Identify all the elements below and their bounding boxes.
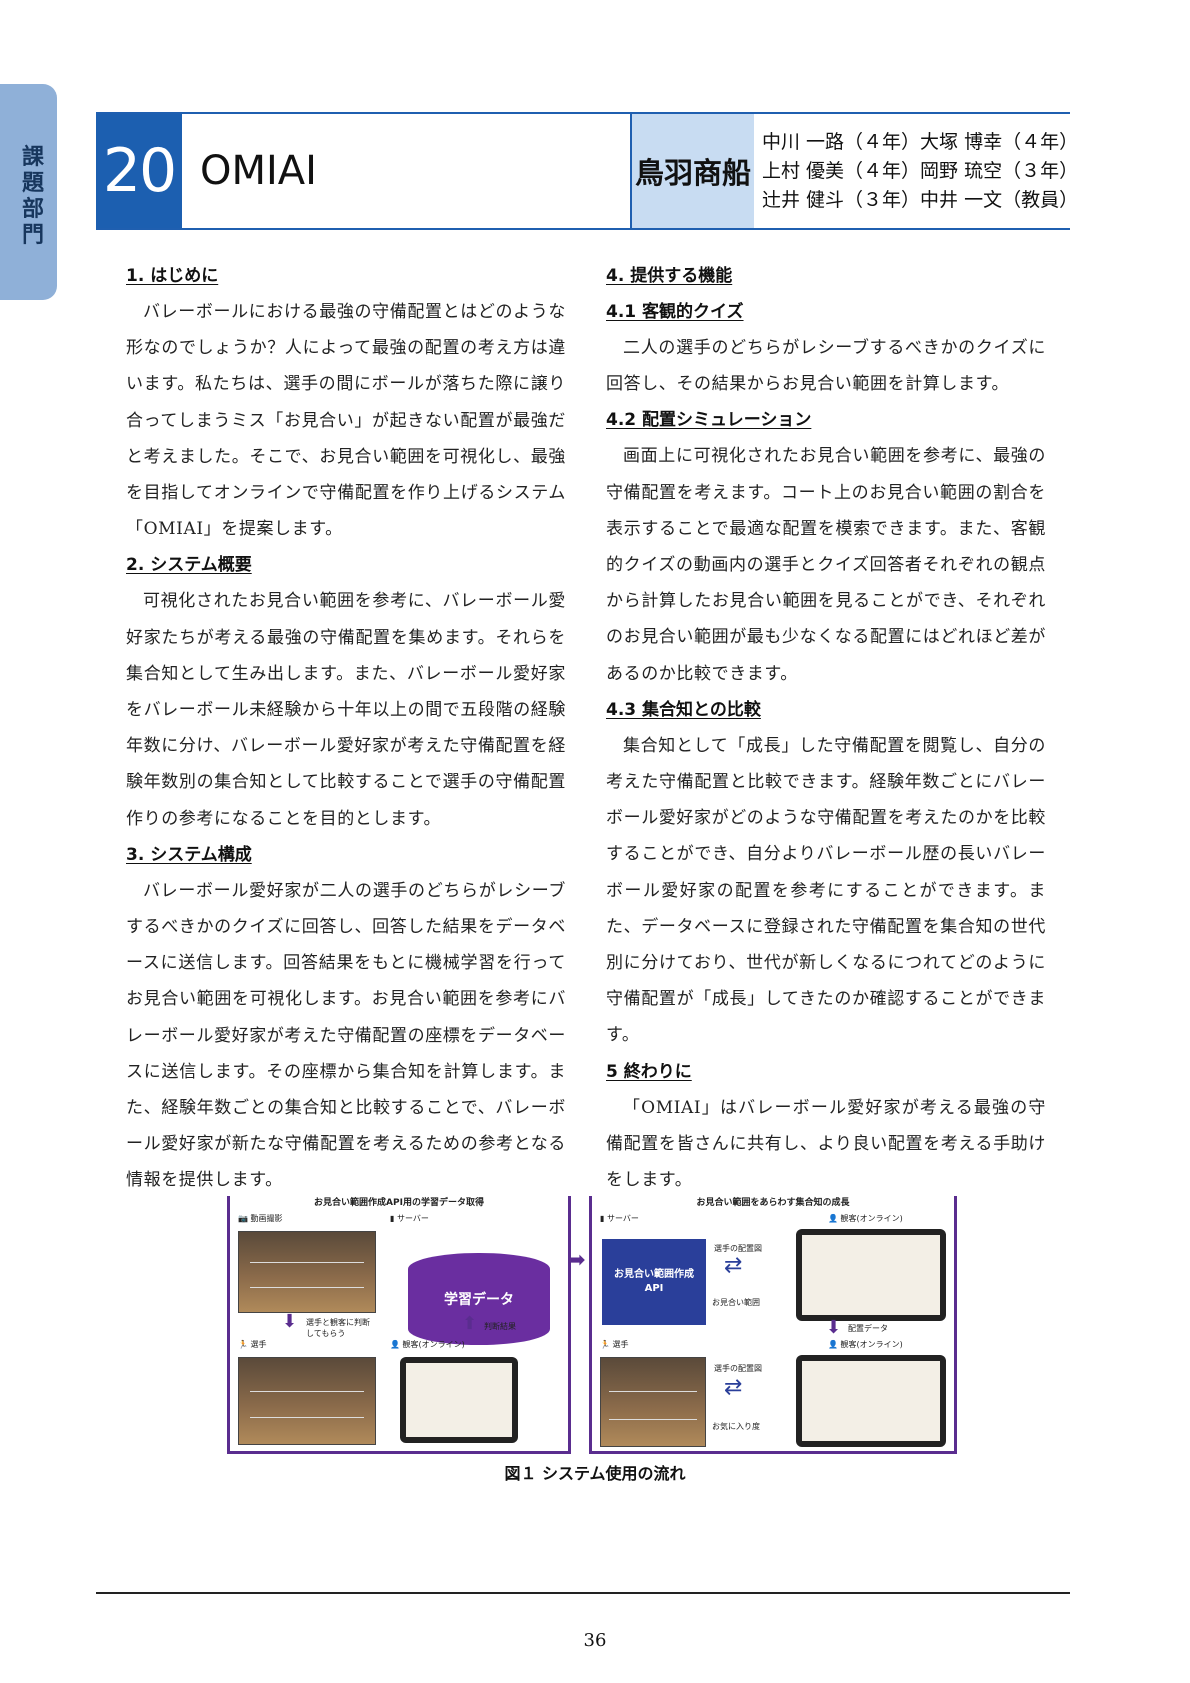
footer-divider [96, 1592, 1070, 1594]
section-heading: 1. はじめに [126, 266, 219, 286]
tablet-image [796, 1355, 946, 1447]
camera-icon: 📷 [238, 1214, 248, 1223]
viewer-label-wrap: 👤 観客(オンライン) [828, 1339, 903, 1350]
section-body: 集合知として「成長」した守備配置を閲覧し、自分の考えた守備配置と比較できます。経… [606, 735, 1046, 1046]
server-label-wrap: ▮ サーバー [600, 1213, 639, 1224]
bidirectional-arrow-icon: ⇄ [724, 1253, 743, 1278]
api-label: お見合い範囲作成 [614, 1269, 694, 1280]
player-label-wrap: 🏃 選手 [600, 1339, 629, 1350]
section-heading: 5 終わりに [606, 1061, 692, 1082]
system-flow-figure: お見合い範囲作成API用の学習データ取得 📷 動画撮影 ▮ サーバー 学習データ… [227, 1195, 957, 1458]
placement-data-label: 配置データ [848, 1324, 888, 1333]
category-label: 課題部門 [21, 145, 44, 248]
api-box: お見合い範囲作成 API [602, 1239, 706, 1325]
player-photo [600, 1357, 706, 1447]
camera-label: 📷 動画撮影 [238, 1213, 283, 1224]
viewer-label: 観客(オンライン) [402, 1340, 465, 1349]
left-column: 1. はじめに バレーボールにおける最強の守備配置とはどのような形なのでしょうか… [126, 258, 566, 1199]
server-label: サーバー [396, 1214, 429, 1223]
section-body: 画面上に可視化されたお見合い範囲を参考に、最強の守備配置を考えます。コート上のお… [606, 446, 1046, 684]
entry-header: 20 OMIAI 鳥羽商船 中川 一路（４年）大塚 博幸（４年） 上村 優美（４… [96, 112, 1079, 230]
section-heading: 2. システム概要 [126, 555, 252, 576]
entry-title: OMIAI [200, 148, 317, 194]
note-label: 選手と観客に判断してもらう [306, 1318, 370, 1338]
arrow-right-icon: ➡ [567, 1248, 586, 1273]
subsection-heading: 4.2 配置シミュレーション [606, 410, 812, 431]
player-label-wrap: 🏃 選手 [238, 1339, 267, 1350]
section-body: バレーボール愛好家が二人の選手のどちらがレシーブするべきかのクイズに回答し、回答… [126, 880, 566, 1191]
member-line: 中川 一路（４年）大塚 博幸（４年） [762, 131, 1079, 153]
section-body: 二人の選手のどちらがレシーブするべきかのクイズに回答し、その結果からお見合い範囲… [606, 338, 1046, 395]
viewer-label: 観客(オンライン) [840, 1214, 903, 1223]
section-body: 「OMIAI」はバレーボール愛好家が考える最強の守備配置を皆さんに共有し、より良… [606, 1097, 1046, 1191]
favorite-label: お気に入り度 [712, 1422, 760, 1431]
player-photo [238, 1357, 376, 1445]
api-sublabel: API [644, 1283, 664, 1294]
arrow-down-icon: ⬇ [826, 1317, 842, 1338]
panel-title: お見合い範囲をあらわす集合知の成長 [592, 1195, 954, 1208]
page-number: 36 [583, 1630, 607, 1651]
viewer-label: 観客(オンライン) [840, 1340, 903, 1349]
member-list: 中川 一路（４年）大塚 博幸（４年） 上村 優美（４年）岡野 琉空（３年） 辻井… [762, 128, 1079, 215]
tablet-screen [802, 1235, 940, 1315]
member-line: 辻井 健斗（３年）中井 一文（教員） [762, 189, 1079, 211]
viewer-icon: 👤 [390, 1340, 400, 1349]
arrow-up-icon: ⬇ [462, 1311, 478, 1332]
tablet-image [796, 1229, 946, 1321]
figure-caption: 図１ システム使用の流れ [504, 1464, 686, 1483]
player-pos-label: 選手の配置図 [714, 1364, 762, 1373]
server-icon: ▮ [390, 1214, 395, 1223]
tablet-image [400, 1357, 518, 1443]
video-photo [238, 1231, 376, 1313]
server-label: サーバー [606, 1214, 639, 1223]
viewer-icon: 👤 [828, 1340, 838, 1349]
entry-number: 20 [96, 114, 182, 228]
section-heading: 4. 提供する機能 [606, 266, 733, 286]
player-icon: 🏃 [600, 1340, 610, 1349]
tablet-screen [406, 1363, 512, 1437]
judge-label: 判断結果 [484, 1322, 516, 1331]
viewer-label-wrap: 👤 観客(オンライン) [390, 1339, 465, 1350]
database-cylinder: 学習データ [408, 1253, 550, 1345]
player-label: 選手 [612, 1340, 629, 1349]
subsection-heading: 4.1 客観的クイズ [606, 302, 744, 322]
right-column: 4. 提供する機能 4.1 客観的クイズ 二人の選手のどちらがレシーブするべきか… [606, 258, 1046, 1198]
omiai-range-label: お見合い範囲 [712, 1298, 760, 1307]
section-body: バレーボールにおける最強の守備配置とはどのような形なのでしょうか？人によって最強… [126, 302, 566, 540]
collective-growth-panel: お見合い範囲をあらわす集合知の成長 ▮ サーバー お見合い範囲作成 API 選手… [589, 1195, 957, 1454]
viewer-label-wrap: 👤 観客(オンライン) [828, 1213, 903, 1224]
player-icon: 🏃 [238, 1340, 248, 1349]
tablet-screen [802, 1361, 940, 1441]
school-name: 鳥羽商船 [630, 114, 754, 228]
training-data-panel: お見合い範囲作成API用の学習データ取得 📷 動画撮影 ▮ サーバー 学習データ… [227, 1195, 571, 1454]
arrow-down-icon: ⬇ [282, 1311, 298, 1332]
subsection-heading: 4.3 集合知との比較 [606, 699, 761, 720]
section-body: 可視化されたお見合い範囲を参考に、バレーボール愛好家たちが考える最強の守備配置を… [126, 591, 566, 829]
player-label: 選手 [250, 1340, 267, 1349]
bidirectional-arrow-icon: ⇄ [724, 1375, 743, 1400]
server-icon: ▮ [600, 1214, 605, 1223]
viewer-icon: 👤 [828, 1214, 838, 1223]
section-heading: 3. システム構成 [126, 844, 252, 865]
video-label: 動画撮影 [250, 1214, 283, 1223]
panel-title: お見合い範囲作成API用の学習データ取得 [230, 1195, 568, 1208]
server-label-wrap: ▮ サーバー [390, 1213, 429, 1224]
member-line: 上村 優美（４年）岡野 琉空（３年） [762, 160, 1079, 182]
